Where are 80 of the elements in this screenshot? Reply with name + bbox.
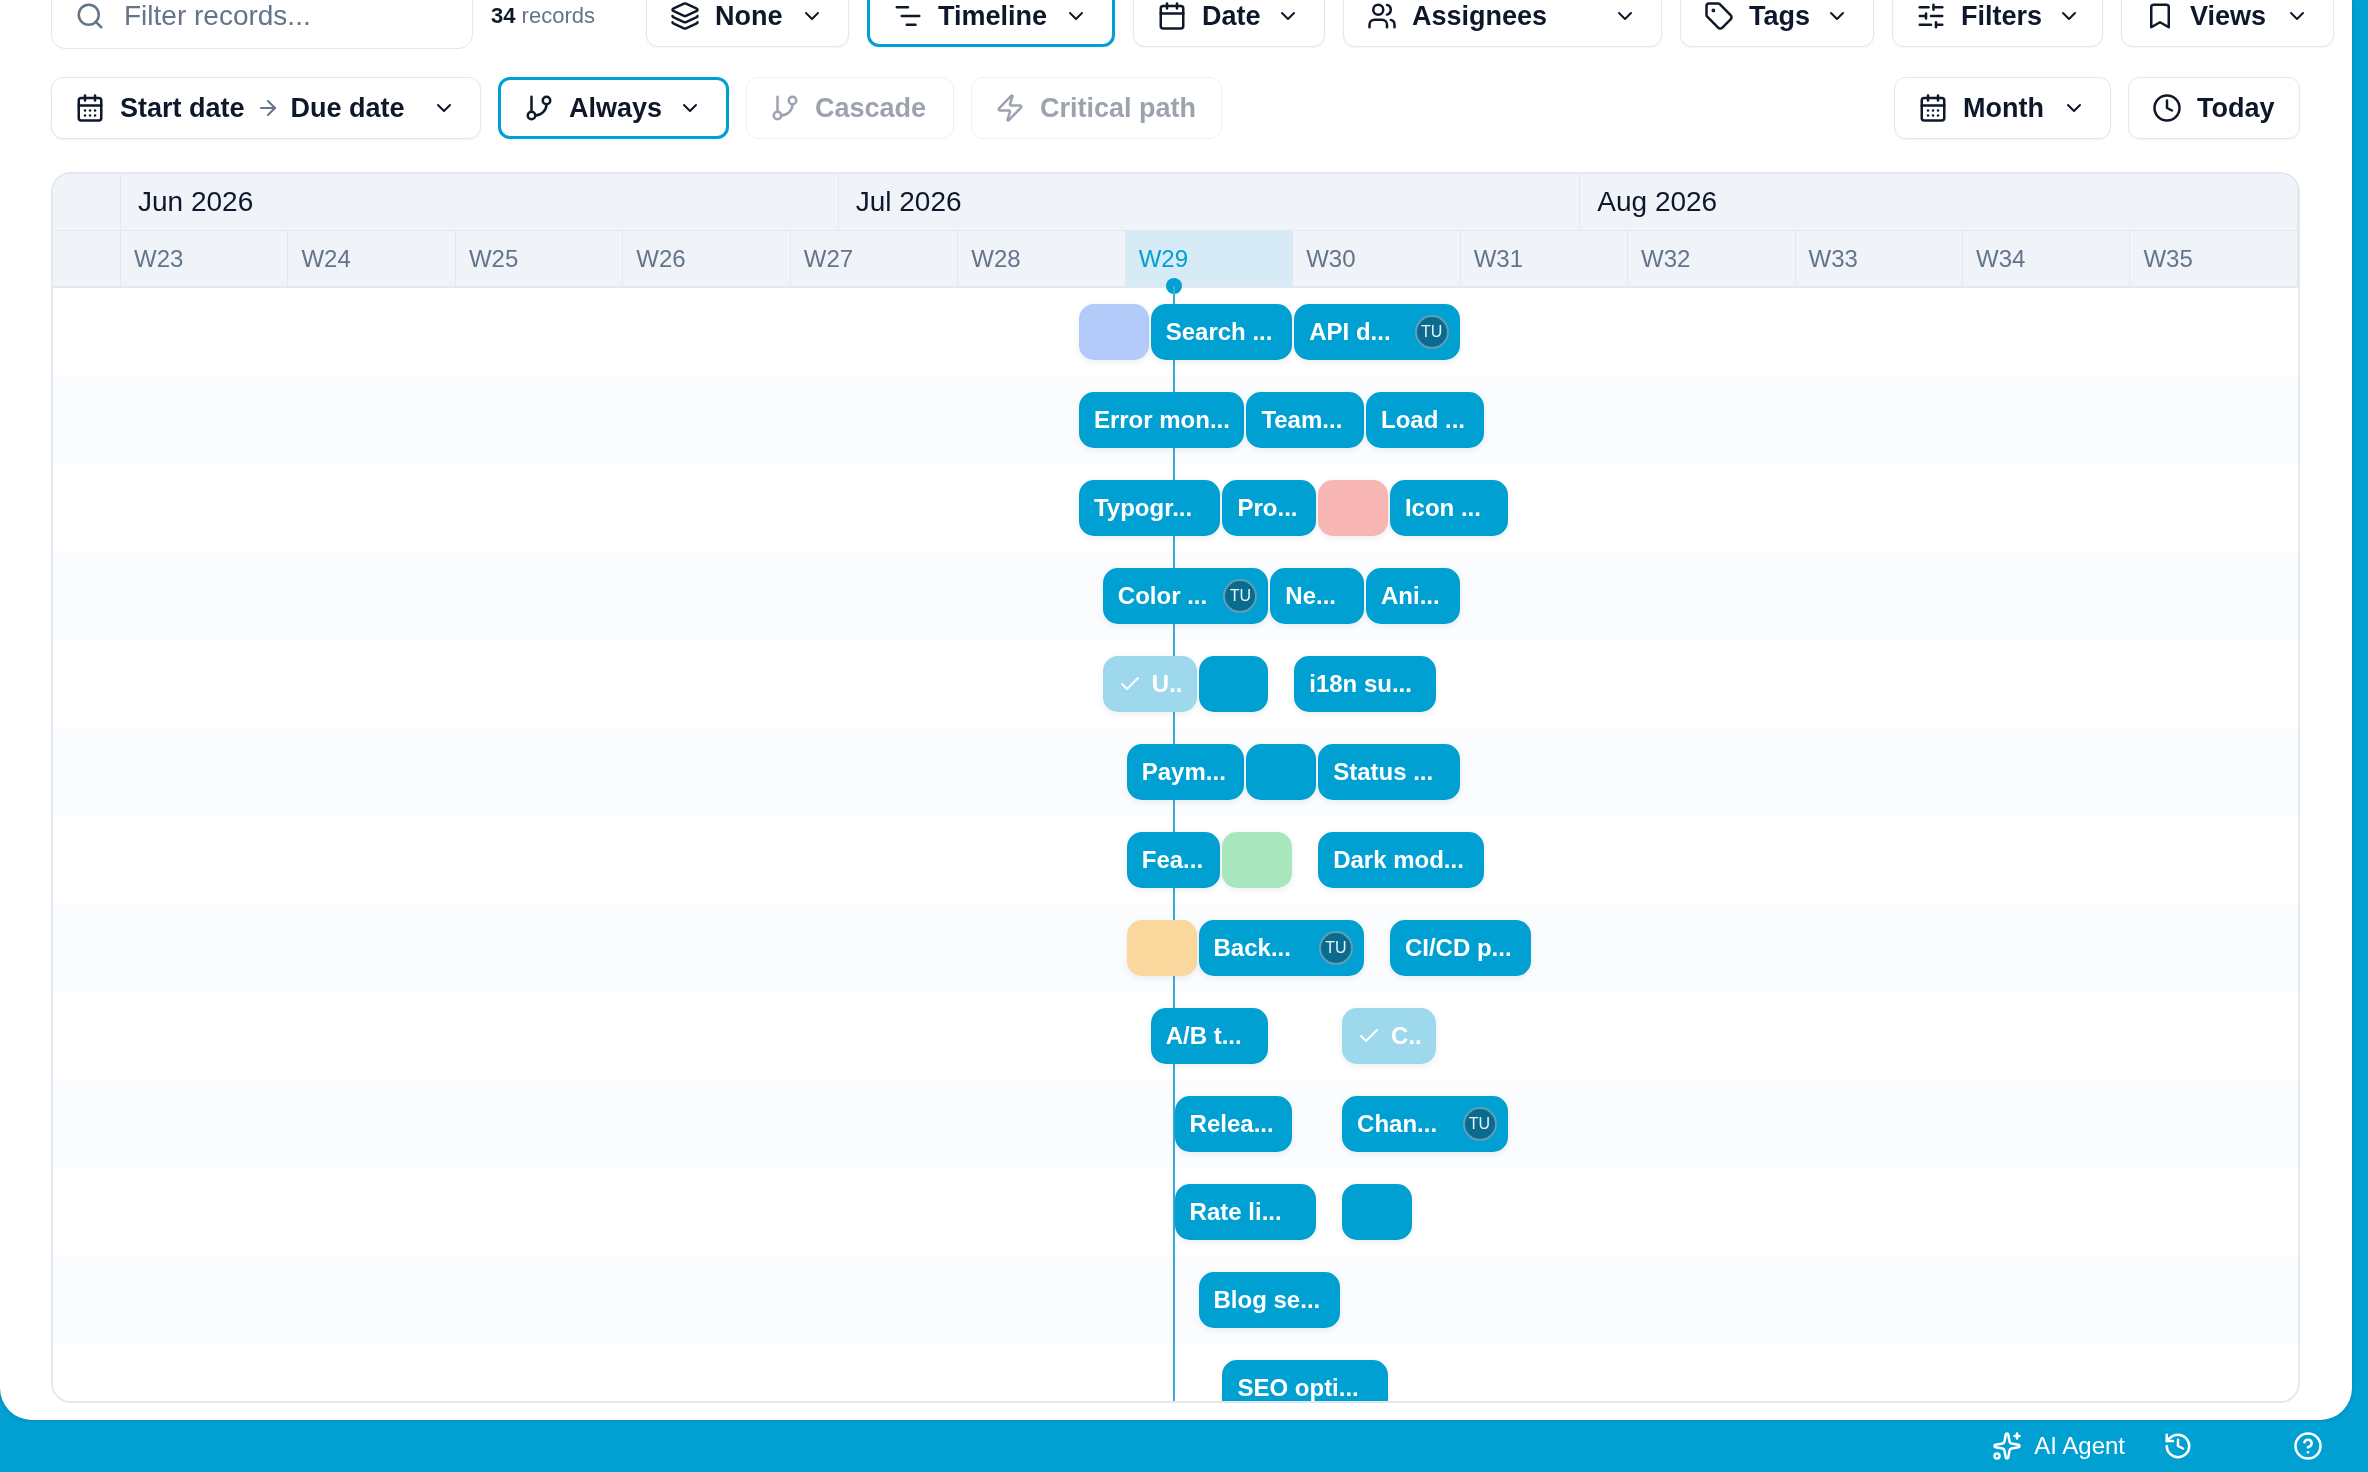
search-field[interactable]: Filter records... — [51, 0, 473, 49]
layers-icon — [670, 1, 700, 31]
date-range-button[interactable]: Start date Due date — [51, 77, 481, 139]
task-bar[interactable]: Chan... TU — [1342, 1096, 1508, 1152]
task-bar[interactable]: API d... TU — [1294, 304, 1460, 360]
toolbar-button[interactable]: Filters — [1892, 0, 2103, 47]
week-header: W27 — [790, 231, 959, 286]
task-bar[interactable]: Load ... — [1366, 392, 1484, 448]
task-bar[interactable]: Dark mod... — [1318, 832, 1484, 888]
lightning-icon — [995, 93, 1025, 123]
task-bar[interactable]: Icon ... — [1389, 480, 1508, 536]
week-header: W35 — [2130, 231, 2298, 286]
assignee-avatar: TU — [1223, 579, 1258, 613]
month-header: Jun 2026 — [121, 174, 839, 230]
branch-icon — [524, 93, 554, 123]
task-bar[interactable]: Status ... — [1318, 744, 1460, 800]
help-icon[interactable] — [2293, 1431, 2323, 1461]
calendar-icon — [75, 93, 105, 123]
today-button[interactable]: Today — [2128, 77, 2300, 139]
task-bar[interactable]: Fea... — [1126, 832, 1221, 888]
calendar-icon — [1157, 1, 1187, 31]
task-bar[interactable] — [1198, 656, 1269, 712]
task-bar[interactable]: U.. — [1102, 656, 1197, 712]
task-bar[interactable]: Relea... — [1174, 1096, 1293, 1152]
dependency-button[interactable]: Always — [498, 77, 729, 139]
task-bar[interactable] — [1246, 744, 1317, 800]
week-header: W30 — [1293, 231, 1461, 286]
sliders-icon — [1916, 1, 1946, 31]
toolbar-button[interactable]: None — [646, 0, 849, 47]
week-header: W26 — [623, 231, 791, 286]
branch-icon — [770, 93, 800, 123]
task-bar[interactable]: C.. — [1342, 1008, 1436, 1064]
calendar-icon — [1918, 93, 1948, 123]
toolbar-button[interactable]: Tags — [1680, 0, 1874, 47]
task-bar[interactable]: CI/CD p... — [1389, 920, 1532, 976]
search-icon — [75, 1, 105, 31]
task-bar[interactable]: Typogr... — [1078, 480, 1221, 536]
task-bar[interactable]: Blog se... — [1198, 1272, 1341, 1328]
week-header: W29 — [1125, 231, 1294, 286]
month-header: Jul 2026 — [838, 174, 1581, 230]
toolbar-button[interactable]: Date — [1133, 0, 1325, 47]
people-icon — [1367, 1, 1397, 31]
task-bar[interactable]: Paym... — [1126, 744, 1245, 800]
task-bar[interactable]: Error mon... — [1078, 392, 1245, 448]
week-header: W33 — [1795, 231, 1963, 286]
tag-icon — [1704, 1, 1734, 31]
history-icon[interactable] — [2163, 1431, 2193, 1461]
toolbar-button[interactable]: Timeline — [867, 0, 1115, 47]
record-count: 34 records — [491, 3, 596, 29]
task-bar[interactable]: Color ... TU — [1102, 568, 1269, 624]
toolbar-button[interactable]: Views — [2121, 0, 2334, 47]
week-header: W28 — [958, 231, 1126, 286]
task-bar[interactable]: A/B t... — [1150, 1008, 1269, 1064]
assignee-avatar: TU — [1414, 315, 1449, 349]
task-bar[interactable]: Rate li... — [1174, 1184, 1317, 1240]
week-header: W25 — [455, 231, 624, 286]
week-header: W24 — [288, 231, 456, 286]
task-bar[interactable]: Search ... — [1150, 304, 1293, 360]
task-bar[interactable]: SEO opti... — [1222, 1360, 1388, 1401]
assignee-avatar: TU — [1319, 931, 1353, 965]
task-bar[interactable]: Pro... — [1222, 480, 1317, 536]
week-header: W23 — [121, 231, 289, 286]
sparkle-icon — [1992, 1431, 2023, 1461]
task-bar[interactable]: i18n su... — [1294, 656, 1436, 712]
clock-icon — [2152, 93, 2182, 123]
task-bar[interactable]: Ne... — [1270, 568, 1364, 624]
task-bar[interactable] — [1318, 480, 1388, 536]
task-bar[interactable]: Back... TU — [1198, 920, 1364, 976]
month-header: Aug 2026 — [1580, 174, 2298, 230]
week-header: W34 — [1963, 231, 2131, 286]
assignee-avatar: TU — [1462, 1107, 1497, 1141]
task-bar[interactable] — [1078, 304, 1149, 360]
ai-agent-button[interactable]: AI Agent — [1992, 1431, 2125, 1461]
task-bar[interactable]: Team... — [1246, 392, 1364, 448]
scale-button[interactable]: Month — [1894, 77, 2111, 139]
toolbar-button[interactable]: Assignees — [1343, 0, 1662, 47]
task-bar[interactable]: Ani... — [1366, 568, 1460, 624]
week-header: W31 — [1460, 231, 1629, 286]
week-header: W32 — [1628, 231, 1796, 286]
task-bar[interactable] — [1342, 1184, 1412, 1240]
